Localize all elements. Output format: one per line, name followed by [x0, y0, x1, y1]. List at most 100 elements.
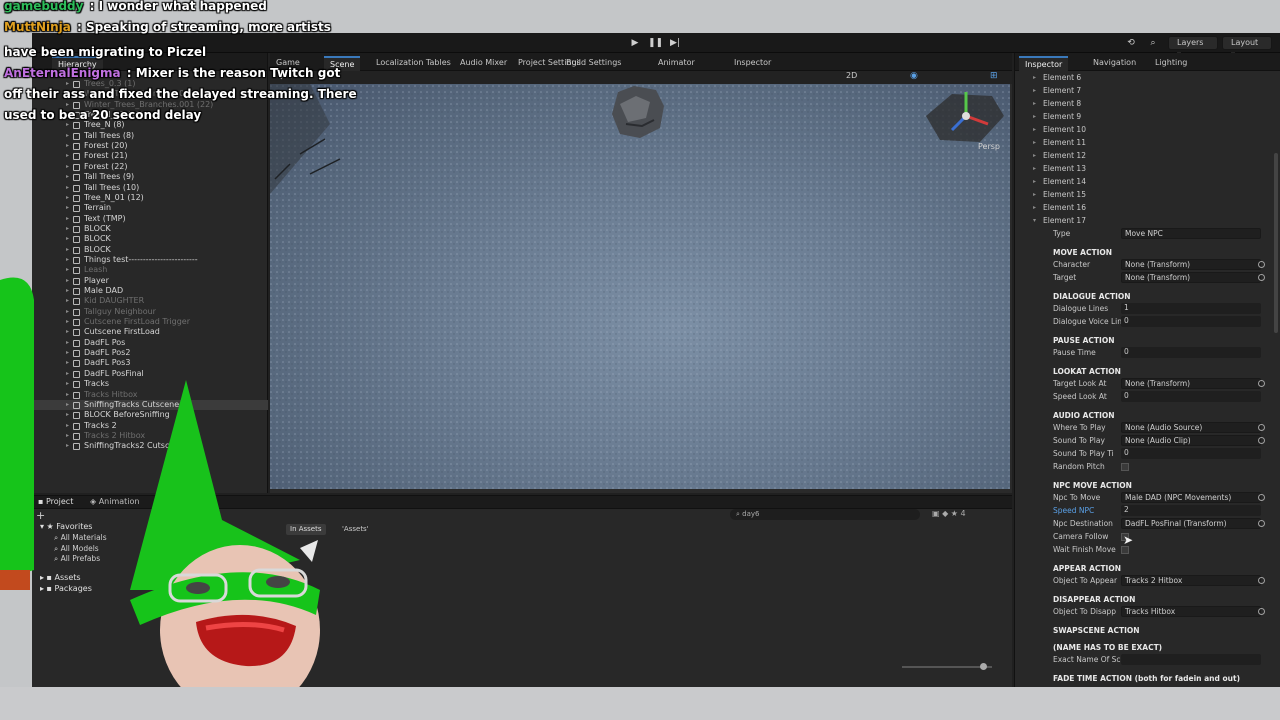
toggle-2d-button[interactable]: 2D: [846, 71, 857, 80]
expand-arrow-icon[interactable]: ▸: [66, 131, 69, 141]
history-icon[interactable]: ⟲: [1124, 37, 1138, 49]
expand-arrow-icon[interactable]: ▸: [66, 214, 69, 224]
number-field[interactable]: 0: [1121, 347, 1261, 358]
inspector-field[interactable]: Npc Destination DadFL PosFinal (Transform…: [1015, 517, 1280, 530]
layers-dropdown[interactable]: Layers ▾: [1168, 36, 1218, 59]
array-element[interactable]: ▸ Element 13: [1015, 162, 1280, 174]
layout-dropdown[interactable]: Layout ▾: [1222, 36, 1272, 59]
expand-arrow-icon[interactable]: ▸: [66, 224, 69, 234]
expand-arrow-icon[interactable]: ▸: [66, 172, 69, 182]
object-field[interactable]: DadFL PosFinal (Transform): [1121, 518, 1261, 529]
search-input[interactable]: ⌕ day6: [730, 509, 920, 520]
inspector-field[interactable]: Character None (Transform): [1015, 258, 1280, 271]
array-element[interactable]: ▸ Element 15: [1015, 188, 1280, 200]
array-element[interactable]: ▸ Element 9: [1015, 110, 1280, 122]
object-field[interactable]: Tracks Hitbox: [1121, 606, 1261, 617]
array-element[interactable]: ▸ Element 16: [1015, 201, 1280, 213]
inspector-field[interactable]: Speed Look At 0: [1015, 390, 1280, 403]
inspector-field[interactable]: Target None (Transform): [1015, 271, 1280, 284]
object-field[interactable]: None (Audio Clip): [1121, 435, 1261, 446]
scene-viewport[interactable]: Persp: [270, 84, 1010, 489]
tab-audio-mixer[interactable]: Audio Mixer: [454, 56, 513, 71]
expand-arrow-icon[interactable]: ▸: [1033, 84, 1036, 97]
object-field[interactable]: None (Audio Source): [1121, 422, 1261, 433]
inspector-field[interactable]: Camera Follow: [1015, 530, 1280, 543]
number-field[interactable]: 0: [1121, 391, 1261, 402]
hierarchy-item[interactable]: ▸ Tall Trees (8): [32, 131, 268, 141]
hierarchy-item[interactable]: ▸ BLOCK: [32, 245, 268, 255]
gizmos-icon[interactable]: ◉: [910, 71, 918, 81]
hierarchy-item[interactable]: ▸ Things test------------------------: [32, 255, 268, 265]
array-element[interactable]: ▸ Element 12: [1015, 149, 1280, 161]
inspector-field[interactable]: Object To Appear Tracks 2 Hitbox: [1015, 574, 1280, 587]
tab-inspector[interactable]: Inspector: [728, 56, 777, 71]
play-icon[interactable]: ▶: [628, 37, 642, 49]
expand-arrow-icon[interactable]: ▸: [1033, 71, 1036, 84]
inspector-field[interactable]: Speed NPC 2: [1015, 504, 1280, 517]
expand-arrow-icon[interactable]: ▸: [1033, 123, 1036, 136]
hierarchy-item[interactable]: ▸ Tree_N_01 (12): [32, 193, 268, 203]
checkbox[interactable]: [1121, 463, 1129, 471]
expand-arrow-icon[interactable]: ▸: [66, 193, 69, 203]
object-picker-icon[interactable]: [1258, 494, 1265, 501]
number-field[interactable]: 0: [1121, 448, 1261, 459]
inspector-field[interactable]: Wait Finish Move: [1015, 543, 1280, 556]
hierarchy-item[interactable]: ▸ Terrain: [32, 203, 268, 213]
number-field[interactable]: 0: [1121, 316, 1261, 327]
expand-arrow-icon[interactable]: ▸: [66, 151, 69, 161]
inspector-field[interactable]: Random Pitch: [1015, 460, 1280, 473]
scene-camera-icon[interactable]: ⊞: [990, 71, 998, 81]
expand-arrow-icon[interactable]: ▸: [1033, 136, 1036, 149]
object-picker-icon[interactable]: [1258, 577, 1265, 584]
array-element[interactable]: ▸ Element 8: [1015, 97, 1280, 109]
inspector-field[interactable]: Pause Time 0: [1015, 346, 1280, 359]
checkbox[interactable]: [1121, 546, 1129, 554]
expand-arrow-icon[interactable]: ▸: [1033, 110, 1036, 123]
object-field[interactable]: None (Transform): [1121, 272, 1261, 283]
array-element[interactable]: ▸ Element 10: [1015, 123, 1280, 135]
expand-arrow-icon[interactable]: ▸: [1033, 188, 1036, 201]
array-element[interactable]: ▸ Element 6: [1015, 71, 1280, 83]
array-element[interactable]: ▸ Element 11: [1015, 136, 1280, 148]
object-picker-icon[interactable]: [1258, 380, 1265, 387]
zoom-slider[interactable]: [902, 666, 992, 668]
expand-arrow-icon[interactable]: ▾: [1033, 214, 1036, 227]
array-element[interactable]: ▸ Element 7: [1015, 84, 1280, 96]
expand-arrow-icon[interactable]: ▸: [66, 183, 69, 193]
tab-localization-tables[interactable]: Localization Tables: [370, 56, 457, 71]
object-picker-icon[interactable]: [1258, 608, 1265, 615]
inspector-field[interactable]: Where To Play None (Audio Source): [1015, 421, 1280, 434]
hierarchy-item[interactable]: ▸ BLOCK: [32, 224, 268, 234]
number-field[interactable]: [1121, 654, 1261, 665]
number-field[interactable]: 1: [1121, 303, 1261, 314]
tab-inspector[interactable]: Inspector: [1019, 56, 1069, 71]
expand-arrow-icon[interactable]: ▸: [66, 245, 69, 255]
hierarchy-item[interactable]: ▸ Tall Trees (9): [32, 172, 268, 182]
pause-icon[interactable]: ❚❚: [648, 37, 663, 49]
array-element[interactable]: ▸ Element 14: [1015, 175, 1280, 187]
inspector-field[interactable]: Npc To Move Male DAD (NPC Movements): [1015, 491, 1280, 504]
object-field[interactable]: None (Transform): [1121, 259, 1261, 270]
tab-animator[interactable]: Animator: [652, 56, 701, 71]
expand-arrow-icon[interactable]: ▸: [1033, 149, 1036, 162]
expand-arrow-icon[interactable]: ▸: [66, 162, 69, 172]
hierarchy-item[interactable]: ▸ Text (TMP): [32, 214, 268, 224]
inspector-field[interactable]: Object To Disapp Tracks Hitbox: [1015, 605, 1280, 618]
expand-arrow-icon[interactable]: ▸: [1033, 175, 1036, 188]
inspector-field[interactable]: Dialogue Voice Line 0: [1015, 315, 1280, 328]
hierarchy-item[interactable]: ▸ Tall Trees (10): [32, 183, 268, 193]
inspector-field[interactable]: Dialogue Lines 1: [1015, 302, 1280, 315]
expand-arrow-icon[interactable]: ▸: [1033, 201, 1036, 214]
search-icon[interactable]: ⌕: [1146, 37, 1160, 49]
object-picker-icon[interactable]: [1258, 437, 1265, 444]
scene-gizmo[interactable]: Persp: [922, 86, 1008, 152]
expand-arrow-icon[interactable]: ▸: [66, 203, 69, 213]
expand-arrow-icon[interactable]: ▸: [1033, 97, 1036, 110]
object-picker-icon[interactable]: [1258, 424, 1265, 431]
object-field[interactable]: Tracks 2 Hitbox: [1121, 575, 1261, 586]
expand-arrow-icon[interactable]: ▸: [1033, 162, 1036, 175]
expand-arrow-icon[interactable]: ▸: [66, 255, 69, 265]
tab-build-settings[interactable]: Build Settings: [560, 56, 627, 71]
expand-arrow-icon[interactable]: ▸: [66, 141, 69, 151]
hierarchy-item[interactable]: ▸ Forest (21): [32, 151, 268, 161]
